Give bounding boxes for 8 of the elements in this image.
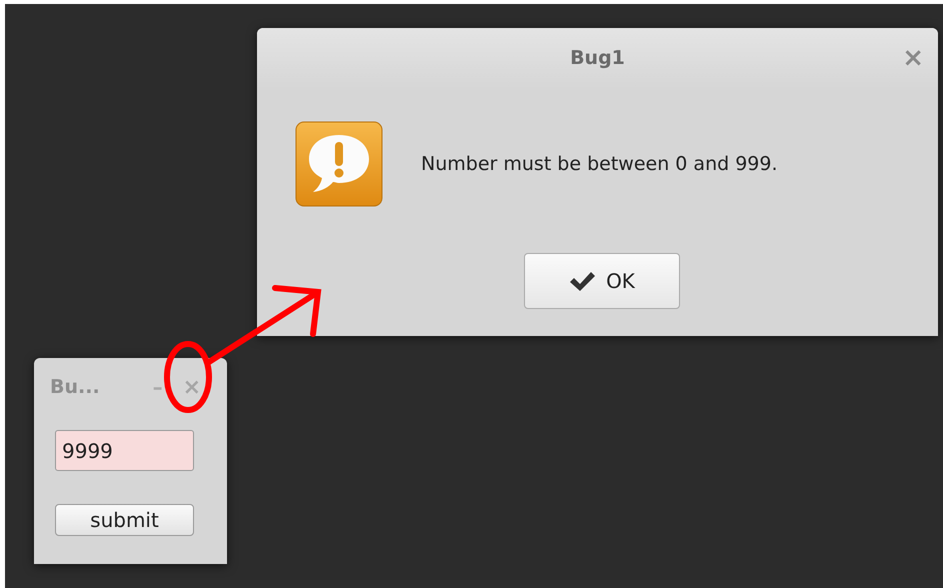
number-input-field[interactable]: 9999 xyxy=(55,430,194,471)
checkmark-icon xyxy=(568,270,596,292)
message-text: Number must be between 0 and 999. xyxy=(421,153,778,175)
window-title: Bu... xyxy=(50,376,101,398)
warning-bubble-icon xyxy=(295,121,383,207)
ok-button[interactable]: OK xyxy=(524,253,680,309)
submit-button[interactable]: submit xyxy=(55,504,194,536)
window-title: Bug1 xyxy=(570,47,625,69)
